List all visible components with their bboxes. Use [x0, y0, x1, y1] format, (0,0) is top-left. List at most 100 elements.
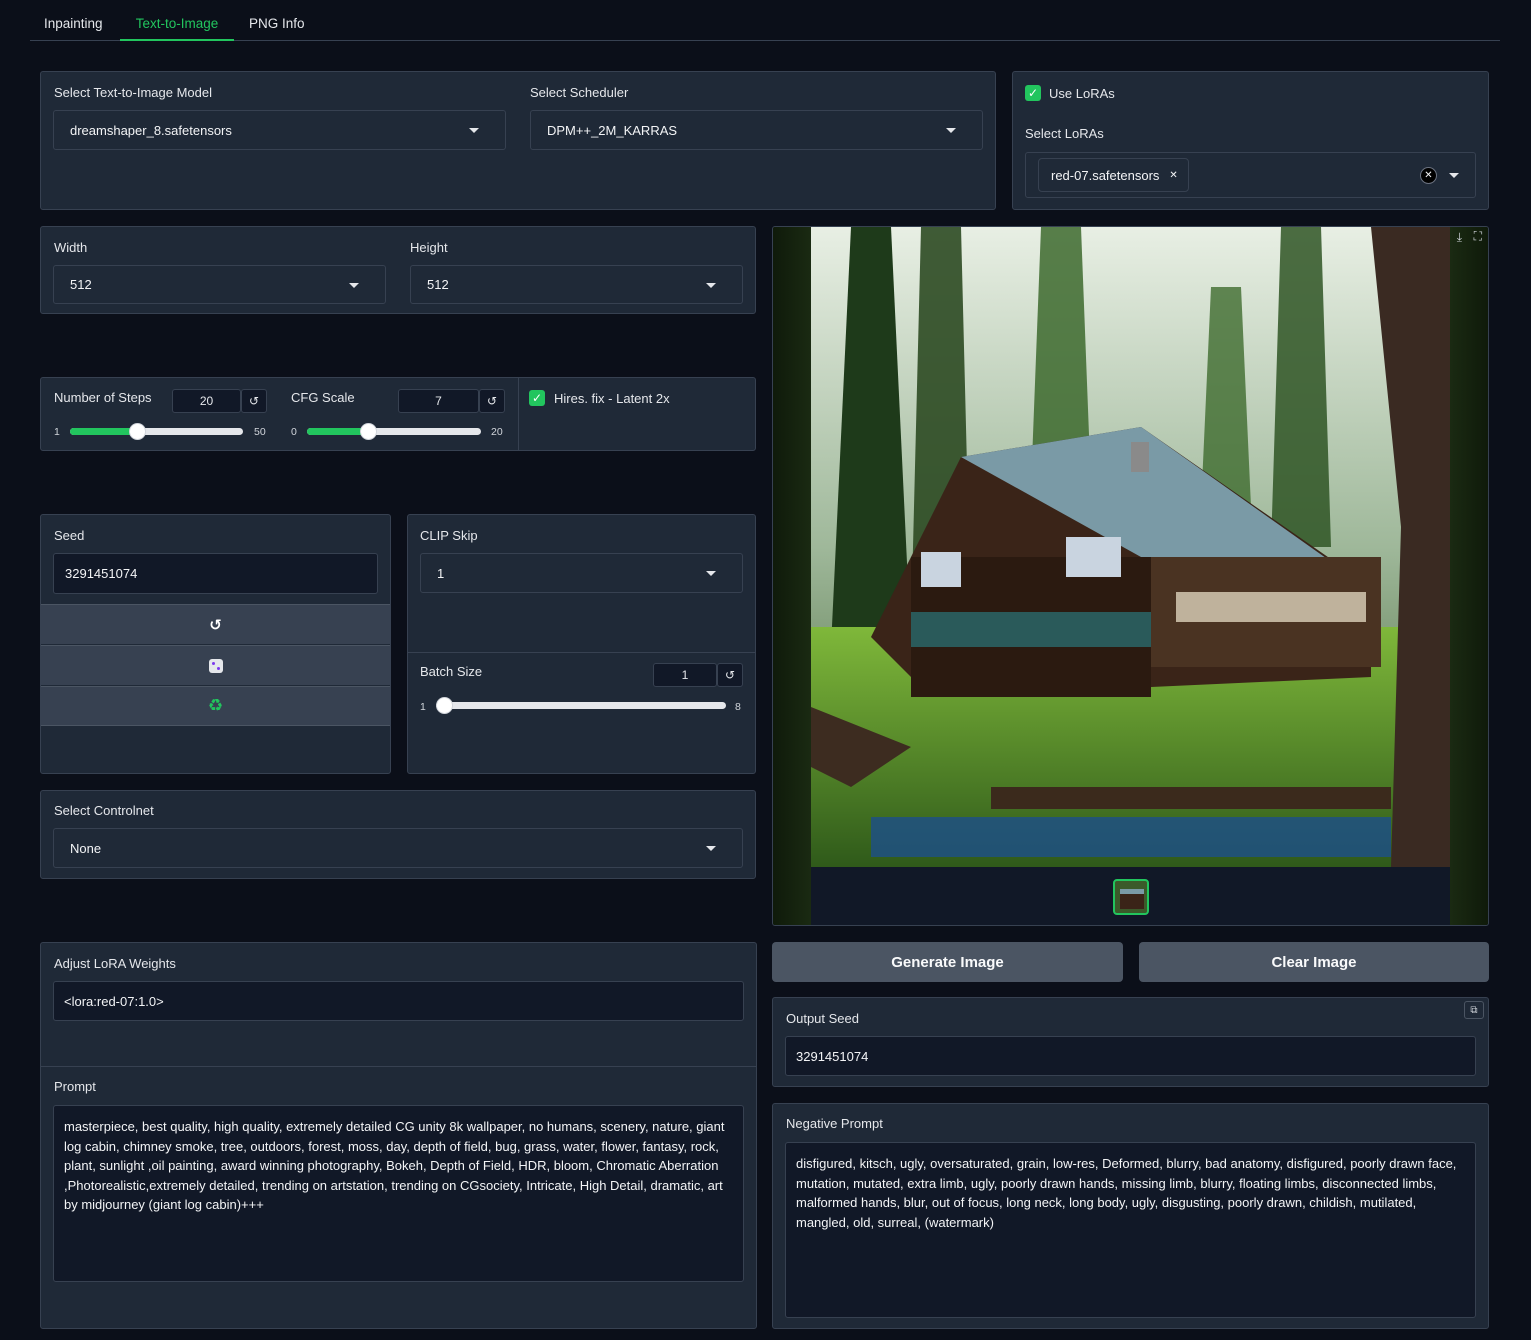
batch-size-input[interactable]: 1 [653, 663, 717, 687]
output-seed-panel: Output Seed ⧉ 3291451074 [772, 997, 1489, 1087]
download-icon[interactable]: ⤓ [1457, 230, 1462, 245]
reset-icon: ↺ [486, 394, 498, 408]
chip-remove-icon[interactable]: ✕ [1169, 170, 1177, 181]
clip-skip-dropdown[interactable]: 1 [420, 553, 743, 593]
chevron-down-icon [469, 128, 479, 133]
steps-slider-thumb[interactable] [129, 423, 147, 440]
controlnet-dropdown[interactable]: None [53, 828, 743, 868]
chevron-down-icon [946, 128, 956, 133]
output-seed-field[interactable]: 3291451074 [785, 1036, 1476, 1076]
batch-max: 8 [735, 701, 741, 713]
random-seed-button[interactable] [41, 645, 390, 685]
generate-image-button[interactable]: Generate Image [772, 942, 1123, 982]
recycle-icon: ♻ [207, 696, 224, 715]
loras-multiselect[interactable]: red-07.safetensors ✕ ✕ [1025, 152, 1476, 198]
reset-icon: ↺ [209, 616, 222, 634]
prompt-panel: Adjust LoRA Weights <lora:red-07:1.0> Pr… [40, 942, 757, 1329]
steps-label: Number of Steps [54, 390, 152, 405]
steps-min: 1 [54, 426, 60, 438]
dice-icon [208, 658, 223, 673]
chevron-down-icon [349, 282, 359, 288]
height-dropdown[interactable]: 512 [410, 265, 743, 304]
cfg-slider-fill [307, 428, 368, 435]
divider [408, 652, 755, 653]
lora-weights-value: <lora:red-07:1.0> [64, 993, 164, 1009]
model-scheduler-panel: Select Text-to-Image Model dreamshaper_8… [40, 71, 996, 210]
output-image-panel: ⤓ ⛶ [772, 226, 1489, 926]
cfg-slider-thumb[interactable] [359, 423, 377, 440]
cfg-label: CFG Scale [291, 390, 355, 405]
batch-slider-thumb[interactable] [436, 697, 453, 714]
lora-panel: ✓ Use LoRAs Select LoRAs red-07.safetens… [1012, 71, 1489, 210]
cfg-input[interactable]: 7 [398, 389, 479, 413]
seed-reset-button[interactable]: ↺ [41, 604, 390, 644]
cfg-reset-button[interactable]: ↺ [479, 389, 505, 413]
steps-max: 50 [254, 426, 266, 438]
batch-slider[interactable] [436, 697, 726, 714]
seed-input[interactable]: 3291451074 [53, 553, 378, 594]
tab-png-info[interactable]: PNG Info [249, 16, 305, 41]
cfg-max: 20 [491, 426, 503, 438]
scheduler-value: DPM++_2M_KARRAS [547, 122, 678, 138]
lora-chip-label: red-07.safetensors [1051, 167, 1160, 183]
scheduler-label: Select Scheduler [530, 85, 629, 100]
clip-skip-label: CLIP Skip [420, 528, 478, 543]
clear-all-icon[interactable]: ✕ [1420, 167, 1437, 184]
chevron-down-icon [706, 846, 716, 851]
cfg-slider[interactable] [307, 423, 481, 440]
reuse-seed-button[interactable]: ♻ [41, 686, 390, 726]
controlnet-value: None [70, 840, 102, 856]
copy-icon[interactable]: ⧉ [1464, 1001, 1484, 1019]
clip-batch-panel: CLIP Skip 1 Batch Size 1 ↺ 1 8 [407, 514, 756, 774]
steps-slider[interactable] [70, 423, 243, 440]
width-dropdown[interactable]: 512 [53, 265, 386, 304]
negative-prompt-textarea[interactable]: disfigured, kitsch, ugly, oversaturated,… [785, 1142, 1476, 1318]
select-loras-label: Select LoRAs [1025, 126, 1104, 141]
steps-input[interactable]: 20 [172, 389, 241, 413]
batch-size-label: Batch Size [420, 664, 483, 679]
width-label: Width [54, 240, 88, 255]
prompt-label: Prompt [54, 1079, 96, 1094]
model-label: Select Text-to-Image Model [54, 85, 212, 100]
dimensions-panel: Width 512 Height 512 [40, 226, 756, 314]
width-value: 512 [70, 277, 92, 292]
cfg-min: 0 [291, 426, 297, 438]
reset-icon: ↺ [248, 394, 260, 408]
negative-prompt-label: Negative Prompt [786, 1116, 883, 1131]
fullscreen-icon[interactable]: ⛶ [1474, 229, 1482, 244]
seed-label: Seed [54, 528, 85, 543]
image-thumbnail[interactable] [1113, 879, 1149, 915]
lora-weights-input[interactable]: <lora:red-07:1.0> [53, 981, 744, 1021]
batch-reset-button[interactable]: ↺ [717, 663, 743, 687]
reset-icon: ↺ [724, 668, 736, 682]
lora-chip: red-07.safetensors ✕ [1038, 158, 1189, 192]
lora-weights-label: Adjust LoRA Weights [54, 956, 176, 971]
chevron-down-icon [706, 571, 716, 576]
use-loras-checkbox[interactable]: ✓ [1025, 85, 1041, 101]
chevron-down-icon[interactable] [1449, 173, 1459, 178]
use-loras-label: Use LoRAs [1049, 86, 1115, 101]
scheduler-dropdown[interactable]: DPM++_2M_KARRAS [530, 110, 983, 150]
output-seed-label: Output Seed [786, 1011, 859, 1026]
model-value: dreamshaper_8.safetensors [70, 122, 232, 138]
clip-skip-value: 1 [437, 565, 445, 581]
seed-panel: Seed 3291451074 ↺ ♻ [40, 514, 391, 774]
image-backdrop [1450, 227, 1488, 925]
output-seed-value: 3291451074 [796, 1048, 869, 1064]
hires-fix-checkbox[interactable]: ✓ [529, 390, 545, 406]
tab-text-to-image[interactable]: Text-to-Image [120, 16, 234, 41]
steps-reset-button[interactable]: ↺ [241, 389, 267, 413]
batch-min: 1 [420, 701, 426, 713]
model-dropdown[interactable]: dreamshaper_8.safetensors [53, 110, 506, 150]
divider [518, 378, 519, 450]
divider [41, 1066, 756, 1067]
negative-prompt-panel: Negative Prompt disfigured, kitsch, ugly… [772, 1103, 1489, 1329]
prompt-textarea[interactable]: masterpiece, best quality, high quality,… [53, 1105, 744, 1282]
tab-inpainting[interactable]: Inpainting [44, 16, 103, 41]
clear-image-button[interactable]: Clear Image [1139, 942, 1489, 982]
height-label: Height [410, 240, 448, 255]
seed-value: 3291451074 [65, 566, 138, 581]
sampling-panel: Number of Steps 20 ↺ 1 50 CFG Scale 7 ↺ … [40, 377, 756, 451]
hires-fix-label: Hires. fix - Latent 2x [554, 391, 670, 406]
chevron-down-icon [706, 282, 716, 288]
